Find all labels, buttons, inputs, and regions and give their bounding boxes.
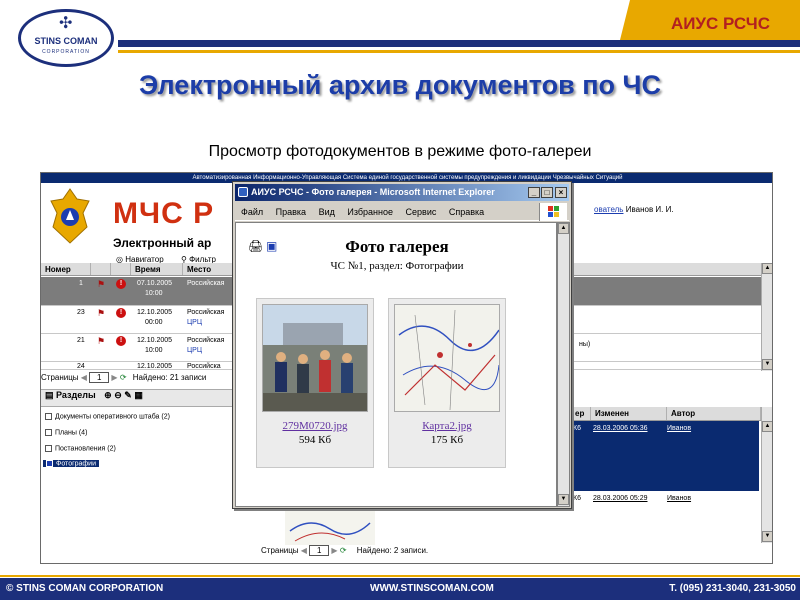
ie-scrollbar[interactable]: ▲ ▼ [557, 222, 570, 507]
scroll-down-icon[interactable]: ▼ [762, 359, 772, 370]
footer-copyright: © STINS COMAN CORPORATION [6, 583, 164, 594]
column-changed[interactable]: Изменен [591, 407, 667, 420]
scroll-up-icon[interactable]: ▲ [558, 223, 569, 234]
pager-label: Страницы [41, 373, 79, 382]
minimize-button[interactable]: _ [528, 187, 540, 198]
grid1-scrollbar[interactable]: ▲ ▼ [761, 263, 772, 371]
column-number[interactable]: Номер [41, 263, 91, 275]
next-page-icon[interactable]: ▶ [331, 546, 337, 555]
menu-view[interactable]: Вид [319, 207, 335, 217]
section-item[interactable]: Постановления (2) [45, 445, 116, 452]
found-count: Найдено: 2 записи. [356, 546, 429, 555]
column-version[interactable]: ер [571, 407, 591, 420]
ie-window: АИУС РСЧС - Фото галерея - Microsoft Int… [232, 181, 572, 509]
user-label[interactable]: ователь [594, 205, 623, 214]
photo-card[interactable]: 279M0720.jpg 594 Кб [256, 298, 374, 468]
menu-file[interactable]: Файл [241, 207, 263, 217]
prev-page-icon[interactable]: ◀ [301, 546, 307, 555]
footer-stripe [0, 575, 800, 577]
gallery-page: 🖨 ▣ Фото галерея ЧС №1, раздел: Фотограф… [235, 222, 557, 507]
photo-filename[interactable]: Карта2.jpg [389, 420, 505, 432]
page-select[interactable]: 1 [89, 372, 110, 383]
found-count: Найдено: 21 записи [132, 373, 207, 382]
documents-grid-header: ер Изменен Автор [541, 407, 761, 421]
ie-titlebar[interactable]: АИУС РСЧС - Фото галерея - Microsoft Int… [235, 184, 569, 201]
flag-icon: ⚑ [97, 308, 106, 318]
maximize-button[interactable]: □ [541, 187, 553, 198]
warning-icon: ! [116, 308, 126, 318]
warning-icon: ! [116, 336, 126, 346]
scroll-down-icon[interactable]: ▼ [762, 531, 772, 542]
photo-card[interactable]: Карта2.jpg 175 Кб [388, 298, 506, 468]
gallery-subtitle: ЧС №1, раздел: Фотографии [330, 260, 464, 272]
pager-label: Страницы [261, 546, 299, 555]
checkbox[interactable] [45, 429, 52, 436]
section-item-photos[interactable]: Фотографии [43, 460, 100, 468]
page-select[interactable]: 1 [309, 545, 330, 556]
map-thumbnail [285, 511, 375, 545]
photo-thumbnail[interactable] [394, 304, 500, 412]
refresh-icon[interactable]: ⟳ [120, 373, 127, 382]
table-row[interactable]: К6 28.03.2006 05:36 Иванов [571, 421, 759, 491]
footer-phone: Т. (095) 231-3040, 231-3050 [669, 583, 796, 594]
header-stripe [118, 50, 800, 53]
photo-size: 175 Кб [430, 434, 464, 446]
slide-subtitle: Просмотр фотодокументов в режиме фото-га… [208, 143, 592, 160]
scroll-down-icon[interactable]: ▼ [558, 494, 569, 505]
ie-menubar: Файл Правка Вид Избранное Сервис Справка [235, 203, 569, 221]
org-name: МЧС Р [113, 197, 215, 230]
menu-edit[interactable]: Правка [276, 207, 306, 217]
section-item[interactable]: Документы оперативного штаба (2) [45, 413, 170, 420]
add-section-icon[interactable]: ⊕ [104, 390, 112, 400]
prev-page-icon[interactable]: ◀ [81, 373, 87, 382]
user-info: ователь Иванов И. И. [594, 205, 674, 214]
logo-sub-text: CORPORATION [42, 49, 90, 55]
module-title: Электронный ар [113, 236, 212, 250]
sections-icon: ▤ [45, 390, 54, 400]
open-gallery-icon[interactable]: ▦ [134, 390, 143, 400]
sections-title: Разделы [56, 390, 96, 400]
footer-website: WWW.STINSCOMAN.COM [370, 583, 494, 594]
flag-icon: ⚑ [97, 279, 106, 289]
brand-title: АИУС РСЧС [670, 14, 770, 33]
windows-logo-icon [539, 203, 567, 221]
logo-main-text: STINS COMAN [34, 36, 98, 46]
logo-emblem-icon: ✣ [59, 15, 73, 32]
next-page-icon[interactable]: ▶ [111, 373, 117, 382]
header-bar [118, 40, 800, 47]
ie-app-icon [238, 187, 248, 197]
pager: Страницы ◀ 1 ▶ ⟳ Найдено: 21 записи [41, 372, 261, 386]
refresh-icon[interactable]: ⟳ [340, 546, 347, 555]
footer: © STINS COMAN CORPORATION WWW.STINSCOMAN… [0, 578, 800, 600]
sections-panel-header: ▤ Разделы ⊕ ⊖ ✎ ▦ [41, 389, 261, 407]
mchs-emblem-icon [50, 188, 90, 244]
checkbox[interactable] [45, 413, 52, 420]
edit-section-icon[interactable]: ✎ [124, 390, 132, 400]
photo-thumbnail[interactable] [262, 304, 368, 412]
checkbox[interactable] [46, 460, 53, 467]
grid2-scrollbar[interactable]: ▲ ▼ [761, 407, 772, 543]
ie-window-title: АИУС РСЧС - Фото галерея - Microsoft Int… [251, 187, 495, 197]
table-row[interactable]: К6 28.03.2006 05:29 Иванов [571, 491, 759, 547]
scroll-up-icon[interactable]: ▲ [762, 263, 772, 274]
company-logo: ✣ STINS COMAN CORPORATION [18, 9, 114, 67]
close-button[interactable]: × [555, 187, 567, 198]
menu-favorites[interactable]: Избранное [347, 207, 393, 217]
scroll-up-icon[interactable]: ▲ [762, 421, 772, 432]
section-item[interactable]: Планы (4) [45, 429, 87, 436]
checkbox[interactable] [45, 445, 52, 452]
pager-2: Страницы ◀ 1 ▶ ⟳ Найдено: 2 записи. [261, 545, 561, 559]
warning-icon: ! [116, 279, 126, 289]
user-name: Иванов И. И. [625, 205, 674, 214]
column-time[interactable]: Время [131, 263, 183, 275]
remove-section-icon[interactable]: ⊖ [114, 390, 122, 400]
photo-filename[interactable]: 279M0720.jpg [257, 420, 373, 432]
menu-help[interactable]: Справка [449, 207, 484, 217]
column-author[interactable]: Автор [667, 407, 761, 420]
menu-tools[interactable]: Сервис [406, 207, 437, 217]
slide-title: Электронный архив документов по ЧС [138, 70, 662, 100]
photo-size: 594 Кб [298, 434, 332, 446]
flag-icon: ⚑ [97, 336, 106, 346]
gallery-title: Фото галерея [345, 237, 449, 256]
